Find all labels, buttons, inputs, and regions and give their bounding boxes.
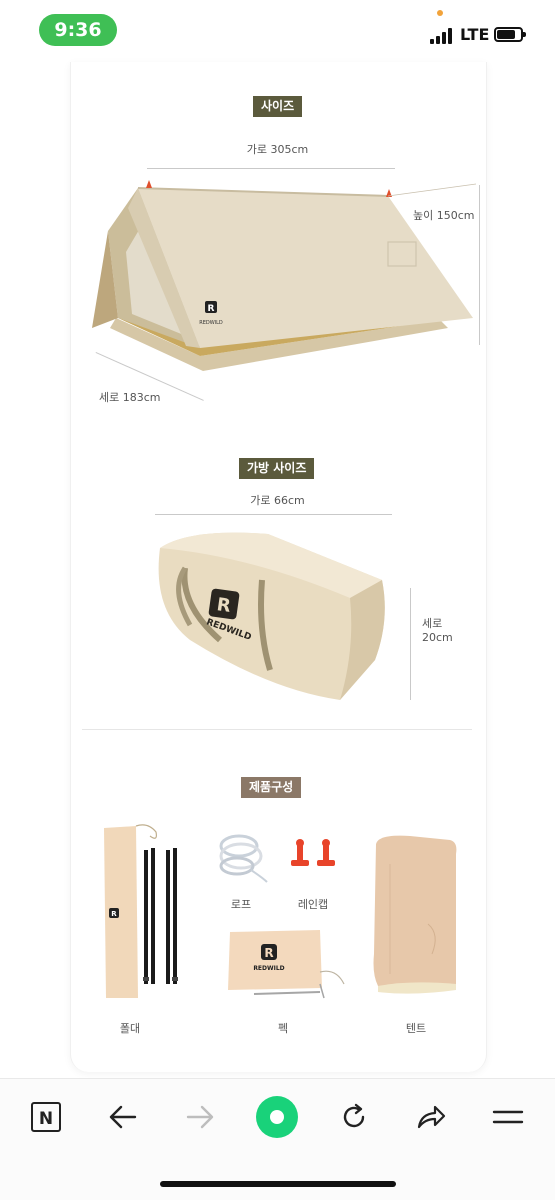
svg-text:N: N [39,1109,53,1129]
tent-image: R REDWILD [92,180,477,371]
tent-width-label: 가로 305cm [246,143,309,156]
menu-icon[interactable] [486,1095,530,1139]
component-tent-label: 텐트 [405,1022,427,1035]
share-icon[interactable] [409,1095,453,1139]
peg-bag-image: R REDWILD [228,930,345,999]
rope-image [219,834,268,883]
network-type: LTE [460,25,490,44]
bag-height-label-line1: 세로 [422,617,443,630]
components-section-title: 제품구성 [241,777,302,798]
naver-n-icon[interactable]: N [24,1095,68,1139]
svg-text:R: R [111,910,117,918]
forward-arrow-icon[interactable] [178,1095,222,1139]
tent-logo-text: REDWILD [199,320,223,326]
section-divider [82,729,472,730]
peg-bag-logo-text: REDWILD [253,965,284,972]
component-pole-label: 폴대 [119,1022,141,1035]
bag-size-section-title: 가방 사이즈 [239,458,315,479]
svg-text:R: R [208,304,215,314]
component-rope-label: 로프 [230,898,252,911]
green-home-icon[interactable] [255,1095,299,1139]
folded-tent-image [373,835,457,994]
carry-bag-image: R REDWILD [158,532,385,700]
battery-icon [494,27,526,42]
component-rain-cap-label: 레인캡 [297,898,329,911]
refresh-icon[interactable] [332,1095,376,1139]
pole-bag-and-poles-image: R [104,824,178,998]
privacy-indicator-dot [437,10,443,16]
back-arrow-icon[interactable] [101,1095,145,1139]
bag-height-dimension-line [410,588,411,700]
cellular-signal-icon [430,28,454,44]
bag-width-label: 가로 66cm [250,494,305,507]
status-bar: 9:36 LTE [0,0,555,62]
bag-height-label-line2: 20cm [422,631,453,644]
size-section-title: 사이즈 [253,96,303,117]
status-time: 9:36 [39,14,117,46]
home-indicator[interactable] [160,1181,396,1187]
component-peg-label: 펙 [277,1022,289,1035]
tent-width-dimension-line [147,168,395,169]
bag-width-dimension-line [155,514,392,515]
rain-cap-image [291,839,335,866]
svg-text:R: R [264,946,273,960]
